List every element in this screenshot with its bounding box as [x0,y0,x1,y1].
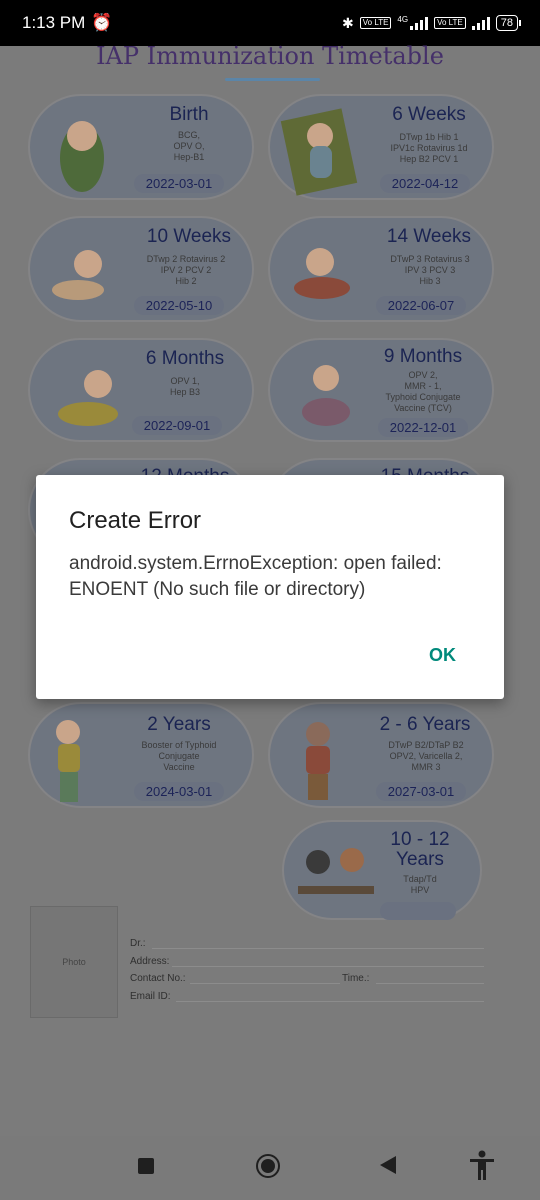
card-6-months: 6 Months OPV 1, Hep B3 2022-09-01 [28,338,254,442]
card-2-years: 2 Years Booster of Typhoid Conjugate Vac… [28,702,254,808]
baby-tummy-icon [294,248,350,299]
card-date: 2024-03-01 [134,782,224,801]
contact-line [190,983,340,984]
back-button[interactable] [380,1156,396,1174]
card-heading: 2 Years [147,714,211,735]
alarm-icon: ⏰ [91,13,113,32]
title-underline [225,78,320,81]
card-9-months: 9 Months OPV 2, MMR - 1, Typhoid Conjuga… [268,338,494,442]
error-dialog: Create Error android.system.ErrnoExcepti… [36,475,504,699]
card-vaccines: DTwp 1b Hib 1 IPV1c Rotavirus 1d Hep B2 … [390,132,468,164]
card-date: 2022-09-01 [132,416,222,435]
card-heading: 9 Months [383,346,463,367]
baby-crawling-2-icon [302,365,350,426]
doctor-label: Dr.: [130,938,146,949]
card-date: 2022-03-01 [134,174,224,193]
card-heading: 6 Weeks [392,104,466,125]
baby-sitting-icon [58,370,118,426]
card-vaccines: BCG, OPV O, Hep-B1 [173,130,205,162]
accessibility-icon[interactable] [468,1150,496,1182]
address-line [172,966,484,967]
card-vaccines: Booster of Typhoid Conjugate Vaccine [141,740,217,772]
card-heading: 14 Weeks [386,226,472,247]
card-10-weeks: 10 Weeks DTwp 2 Rotavirus 2 IPV 2 PCV 2 … [28,216,254,322]
time-line [376,983,484,984]
battery-icon: 78 [495,15,522,31]
card-heading: 10 - 12 Years [390,829,450,870]
volte-badge-2: Vo LTE [434,17,466,29]
card-heading: Birth [169,104,209,125]
card-heading: 6 Months [145,348,225,369]
signal-icon-1 [410,16,429,30]
ok-button[interactable]: OK [429,645,456,666]
card-heading: 10 Weeks [146,226,232,247]
address-label: Address: [130,956,170,967]
card-2-6-years: 2 - 6 Years DTwP B2/DTaP B2 OPV2, Varice… [268,702,494,808]
doctor-line [152,948,484,949]
toddler-standing-icon [56,720,80,802]
time-label: Time.: [342,973,370,984]
child-cheering-icon [306,722,330,800]
email-label: Email ID: [130,991,171,1002]
card-vaccines: DTwP B2/DTaP B2 OPV2, Varicella 2, MMR 3 [388,740,464,772]
bluetooth-icon: ✱ [342,14,354,31]
recents-button[interactable] [138,1158,154,1174]
card-date [380,902,456,920]
card-10-12-years: 10 - 12 Years Tdap/Td HPV [282,820,482,920]
card-date: 2027-03-01 [376,782,466,801]
contact-label: Contact No.: [130,973,186,984]
baby-crawling-icon [52,250,104,300]
card-date: 2022-04-12 [380,174,470,193]
dialog-message: android.system.ErrnoException: open fail… [69,553,442,600]
card-6-weeks: 6 Weeks DTwp 1b Hib 1 IPV1c Rotavirus 1d… [268,94,494,200]
card-vaccines: DTwp 2 Rotavirus 2 IPV 2 PCV 2 Hib 2 [146,254,226,286]
card-vaccines: OPV 1, Hep B3 [169,376,201,397]
card-date: 2022-12-01 [378,418,468,437]
photo-placeholder: Photo [30,906,118,1018]
status-time: 1:13 PM [22,13,86,32]
card-birth: Birth BCG, OPV O, Hep-B1 2022-03-01 [28,94,254,200]
card-vaccines: Tdap/Td HPV [403,874,437,895]
card-14-weeks: 14 Weeks DTwP 3 Rotavirus 3 IPV 3 PCV 3 … [268,216,494,322]
dialog-title: Create Error [69,507,202,534]
net-4g-label: 4G [397,14,409,24]
photo-label: Photo [62,957,86,967]
card-vaccines: OPV 2, MMR - 1, Typhoid Conjugate Vaccin… [385,370,461,413]
page-title: IAP Immunization Timetable [96,42,444,70]
home-button[interactable] [256,1154,280,1178]
card-heading: 2 - 6 Years [379,714,471,735]
card-date: 2022-05-10 [134,296,224,315]
navigation-bar [0,1136,540,1200]
baby-swaddled-icon [60,121,104,192]
status-bar: 1:13 PM ⏰ ✱ Vo LTE 4G Vo LTE 78 [0,0,540,46]
volte-badge-1: Vo LTE [359,17,392,29]
children-studying-icon [298,848,374,894]
signal-icon-2 [471,16,490,30]
email-line [176,1001,484,1002]
card-vaccines: DTwP 3 Rotavirus 3 IPV 3 PCV 3 Hib 3 [390,254,470,286]
card-date: 2022-06-07 [376,296,466,315]
baby-lying-icon [280,108,358,196]
home-icon-inner [261,1159,275,1173]
